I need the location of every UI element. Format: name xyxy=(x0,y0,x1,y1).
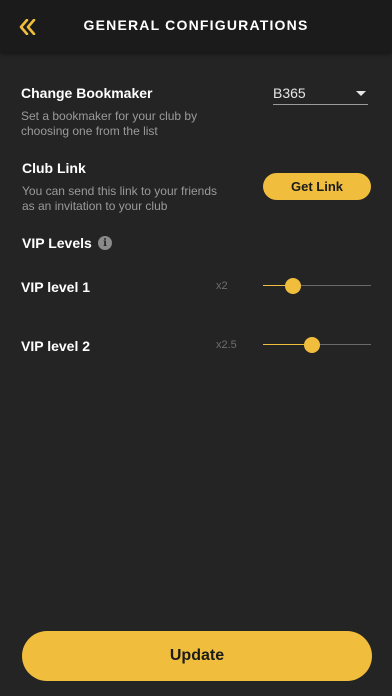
slider-thumb[interactable] xyxy=(303,337,320,353)
vip-level-2-multiplier: x2.5 xyxy=(216,339,237,351)
bookmaker-title: Change Bookmaker xyxy=(21,85,153,101)
vip-level-1-multiplier: x2 xyxy=(216,280,228,292)
vip-level-2-label: VIP level 2 xyxy=(21,338,91,354)
top-bar: GENERAL CONFIGURATIONS xyxy=(0,0,392,52)
vip-level-1-slider[interactable] xyxy=(263,276,371,296)
vip-level-1-label: VIP level 1 xyxy=(21,279,91,295)
club-link-title: Club Link xyxy=(22,160,86,176)
get-link-button[interactable]: Get Link xyxy=(263,173,371,200)
page-title: GENERAL CONFIGURATIONS xyxy=(83,17,309,33)
caret-down-icon xyxy=(356,91,366,96)
info-icon[interactable]: i xyxy=(98,236,112,250)
slider-thumb[interactable] xyxy=(285,278,302,294)
bookmaker-select[interactable]: B365 xyxy=(273,82,368,105)
bookmaker-select-value: B365 xyxy=(273,85,306,101)
vip-level-2-slider[interactable] xyxy=(263,335,371,355)
club-link-description: You can send this link to your friends a… xyxy=(22,184,218,213)
vip-levels-title: VIP Levels xyxy=(22,235,92,251)
bookmaker-description: Set a bookmaker for your club by choosin… xyxy=(21,109,198,138)
update-button[interactable]: Update xyxy=(22,631,372,681)
